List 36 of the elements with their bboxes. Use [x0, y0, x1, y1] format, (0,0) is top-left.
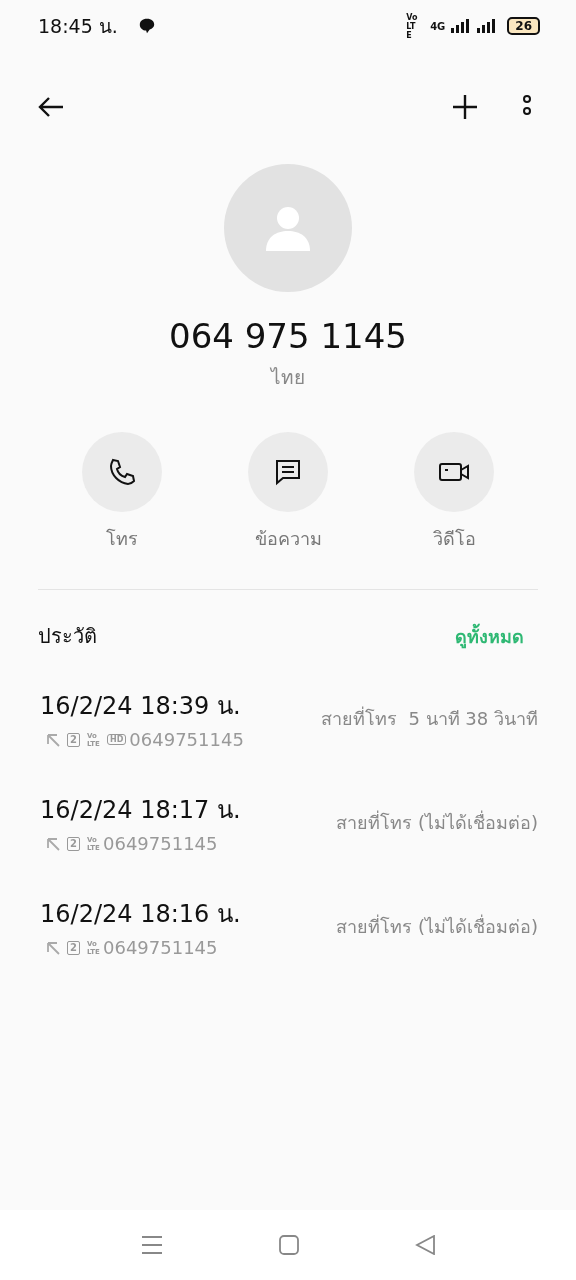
- action-label: ข้อความ: [254, 527, 322, 551]
- chat-bubble-icon: [137, 17, 156, 35]
- network-type: 4G: [430, 20, 446, 32]
- section-title: ประวัติ: [38, 623, 97, 650]
- add-icon[interactable]: [452, 94, 478, 120]
- hd-indicator: HD: [107, 734, 127, 745]
- call-datetime: 16/2/24 18:17 น.: [40, 795, 241, 826]
- sim-indicator: 2: [67, 940, 80, 955]
- view-all-link[interactable]: ดูทั้งหมด: [455, 621, 524, 651]
- battery-level: 26: [507, 17, 540, 35]
- call-number: 0649751145: [103, 833, 218, 854]
- call-datetime: 16/2/24 18:16 น.: [40, 899, 241, 930]
- home-icon[interactable]: [279, 1235, 299, 1255]
- call-status: สายที่โทร (ไม่ได้เชื่อมต่อ): [336, 913, 538, 939]
- outgoing-arrow-icon: [46, 836, 60, 851]
- signal-icon: [477, 19, 498, 33]
- call-status: สายที่โทร 5 นาที 38 วินาที: [321, 705, 538, 731]
- back-icon[interactable]: [37, 96, 65, 118]
- volte-indicator: Vo LTE: [406, 12, 419, 40]
- sim-indicator: 2: [67, 732, 80, 747]
- outgoing-arrow-icon: [46, 732, 60, 747]
- action-label: วิดีโอ: [432, 527, 476, 551]
- signal-icon: [451, 19, 472, 33]
- sim-indicator: 2: [67, 836, 80, 851]
- outgoing-arrow-icon: [46, 940, 60, 955]
- menu-icon[interactable]: [141, 1235, 163, 1255]
- phone-number: 064 975 1145: [169, 316, 407, 356]
- phone-icon: [107, 457, 137, 487]
- message-icon: [273, 457, 303, 487]
- call-number: 0649751145: [103, 937, 218, 958]
- action-label: โทร: [106, 527, 138, 551]
- call-datetime: 16/2/24 18:39 น.: [40, 691, 242, 722]
- status-time: 18:45 น.: [38, 14, 118, 39]
- call-number: 0649751145: [129, 729, 244, 750]
- call-status: สายที่โทร (ไม่ได้เชื่อมต่อ): [336, 809, 538, 835]
- location: ไทย: [271, 365, 305, 390]
